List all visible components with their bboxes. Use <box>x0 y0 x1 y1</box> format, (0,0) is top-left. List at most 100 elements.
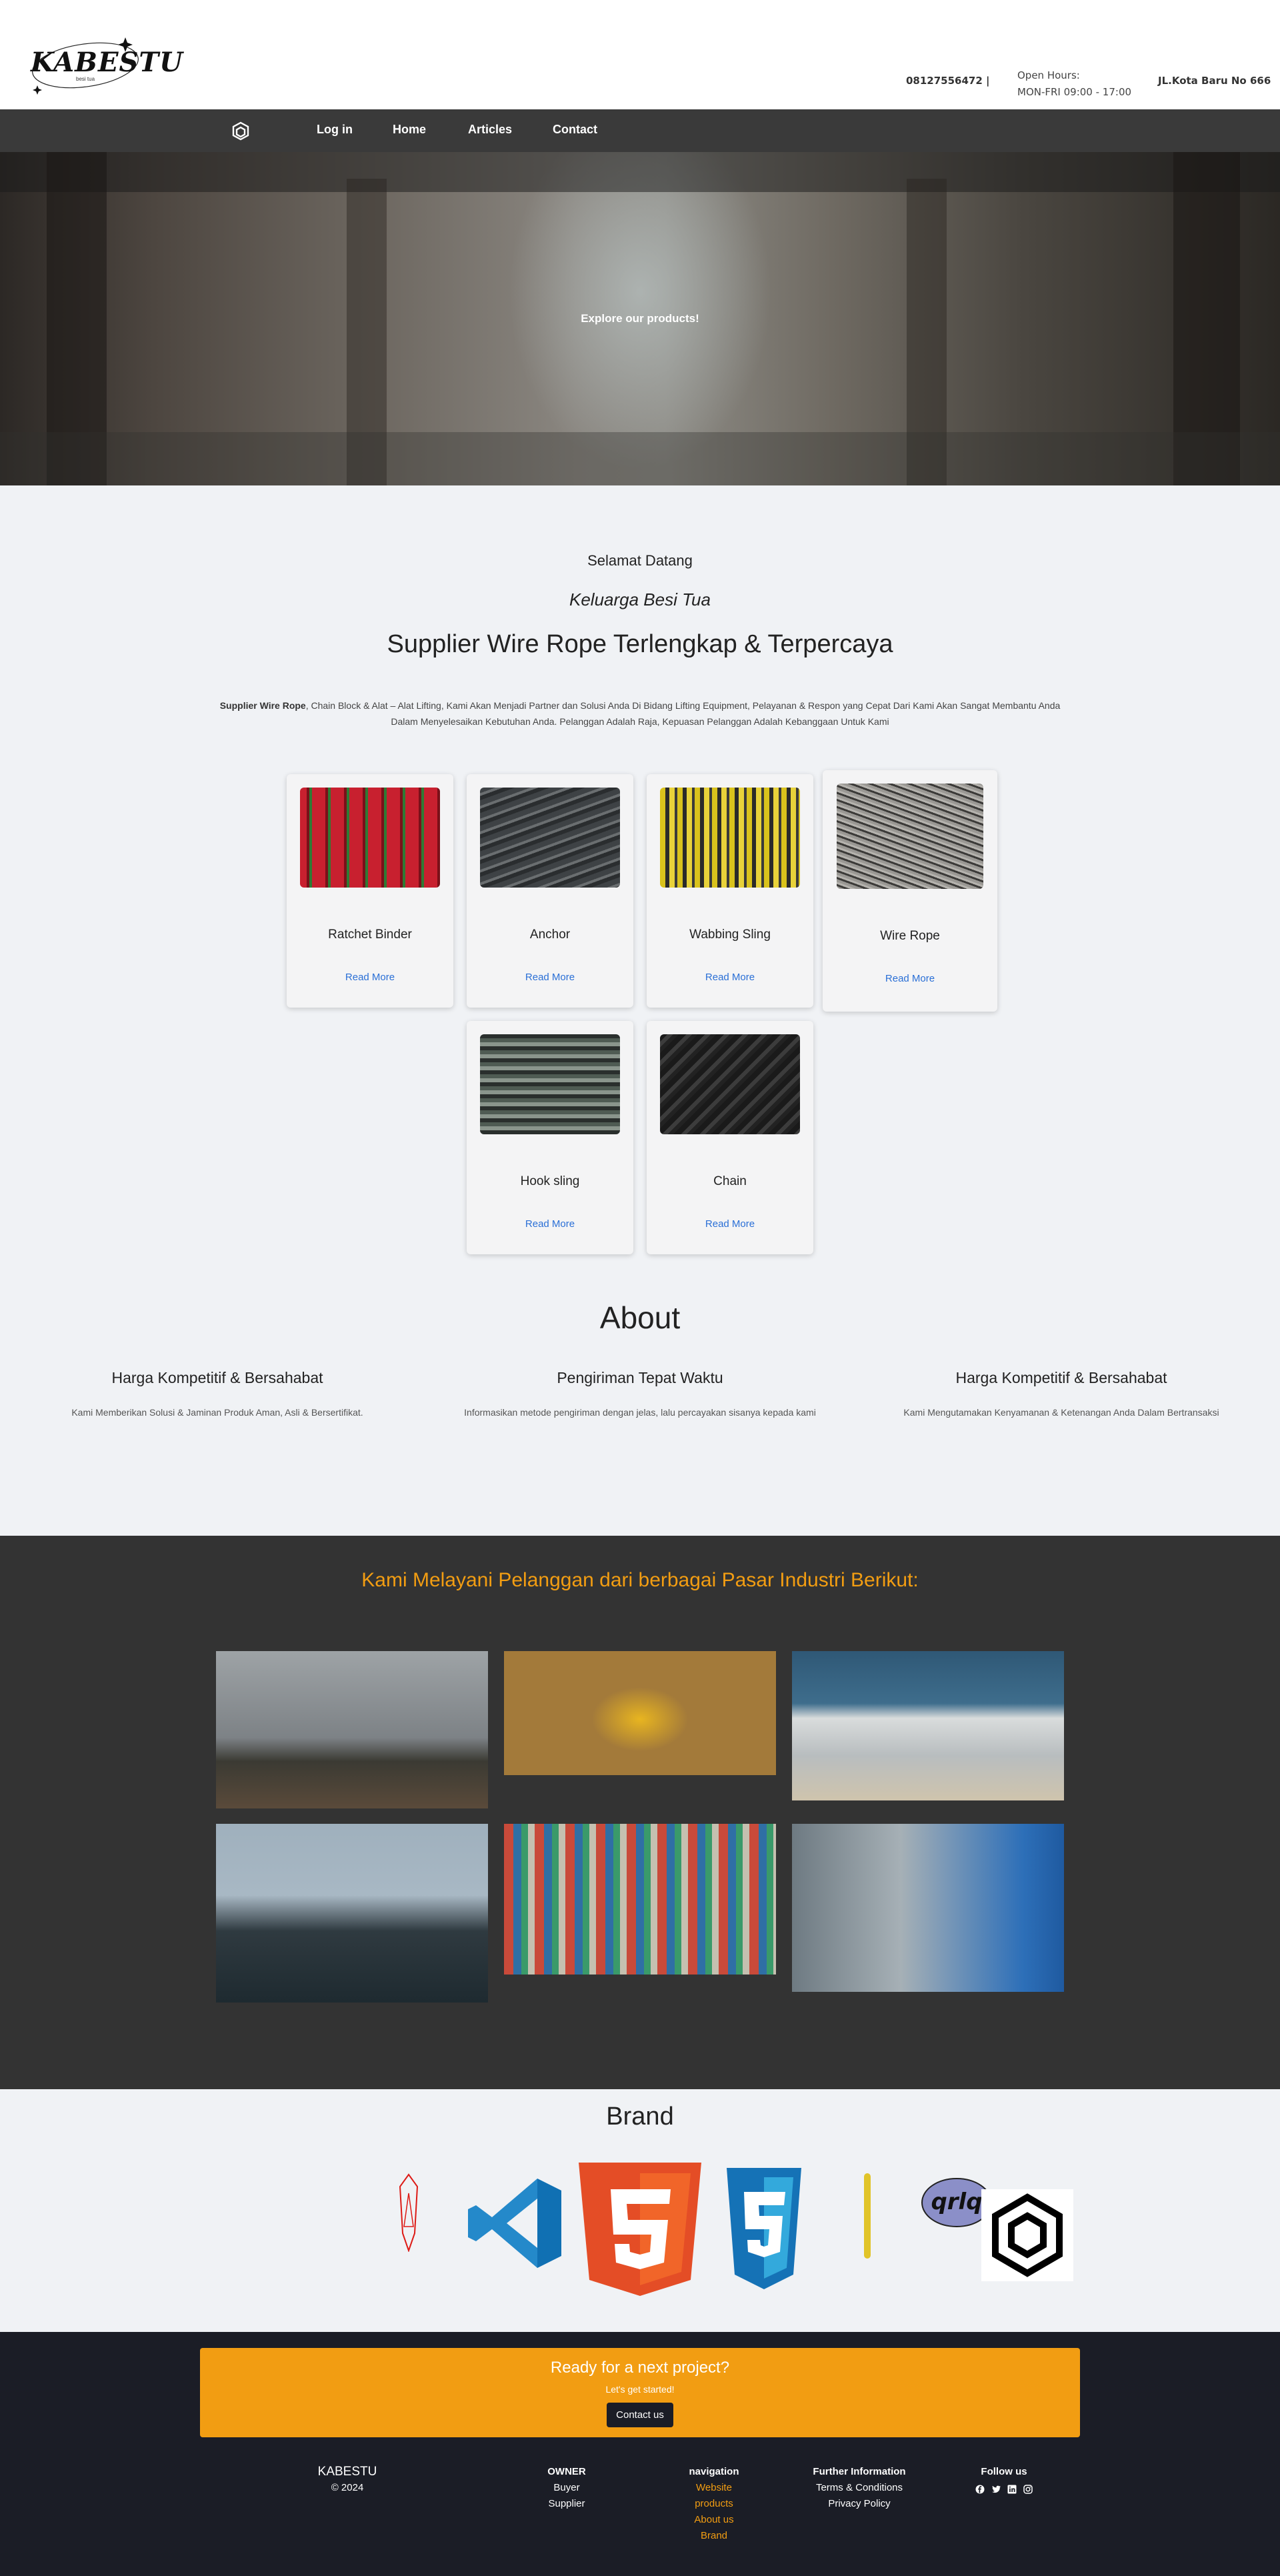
about-column: Harga Kompetitif & Bersahabat Kami Membe… <box>31 1369 404 1418</box>
footer-further-heading: Further Information <box>813 2466 906 2477</box>
footer-owner-heading: OWNER <box>547 2466 586 2477</box>
facebook-icon[interactable] <box>975 2483 985 2494</box>
hero-ceiling <box>0 152 1280 192</box>
product-name: Anchor <box>529 928 571 942</box>
logo-subtext: besi tua <box>76 76 95 82</box>
welcome-headline: Supplier Wire Rope Terlengkap & Terperca… <box>387 630 893 658</box>
read-more-link[interactable]: Read More <box>525 972 575 983</box>
hero-floor <box>0 432 1280 485</box>
phone-number: 08127556472 | <box>906 75 990 87</box>
industry-port-construction-image <box>216 1824 488 2003</box>
product-image <box>837 784 983 889</box>
product-image <box>480 1034 620 1134</box>
product-card: Chain Read More <box>647 1021 813 1254</box>
open-hours-label: Open Hours: <box>1017 69 1080 81</box>
hero-text: Explore our products! <box>581 312 699 325</box>
footer-terms-link[interactable]: Terms & Conditions <box>804 2480 915 2496</box>
top-header: KABESTU besi tua 08127556472 | Open Hour… <box>0 0 1280 109</box>
footer-company: KABESTU © 2024 <box>317 2464 377 2496</box>
footer-nav-heading: navigation <box>689 2466 739 2477</box>
site-logo[interactable]: KABESTU besi tua <box>27 32 183 99</box>
product-image <box>660 1034 800 1134</box>
industry-plant-image <box>792 1651 1064 1800</box>
svg-text:qrlq: qrlq <box>931 2189 982 2215</box>
social-icons <box>964 2480 1044 2496</box>
nav-login[interactable]: Log in <box>317 123 353 137</box>
hero-banner: Explore our products! <box>0 152 1280 485</box>
about-column-text: Kami Memberikan Solusi & Jaminan Produk … <box>71 1407 363 1418</box>
product-card: Anchor Read More <box>467 774 633 1008</box>
read-more-link[interactable]: Read More <box>525 1218 575 1230</box>
product-card: Hook sling Read More <box>467 1021 633 1254</box>
industry-shipping-image <box>504 1824 776 1975</box>
product-card: Ratchet Binder Read More <box>287 774 453 1008</box>
product-image <box>660 788 800 888</box>
cta-subtitle: Let's get started! <box>605 2384 675 2395</box>
industries-section: Kami Melayani Pelanggan dari berbagai Pa… <box>0 1536 1280 2089</box>
cta-title: Ready for a next project? <box>550 2359 730 2377</box>
footer-further-info: Further Information Terms & Conditions P… <box>804 2464 915 2512</box>
product-card: Wabbing Sling Read More <box>647 774 813 1008</box>
footer-copyright: © 2024 <box>331 2482 364 2493</box>
about-column-title: Harga Kompetitif & Bersahabat <box>955 1369 1167 1386</box>
product-image <box>480 788 620 888</box>
about-column-title: Pengiriman Tepat Waktu <box>557 1369 723 1386</box>
footer-follow-heading: Follow us <box>981 2466 1027 2477</box>
footer-link-brand[interactable]: Brand <box>677 2528 751 2544</box>
about-column: Harga Kompetitif & Bersahabat Kami Mengu… <box>875 1369 1248 1418</box>
openai-icon <box>981 2189 1073 2281</box>
read-more-link[interactable]: Read More <box>345 972 395 983</box>
read-more-link[interactable]: Read More <box>885 973 935 984</box>
footer-link-website[interactable]: Website <box>677 2480 751 2496</box>
html5-icon <box>573 2163 707 2296</box>
nav-articles[interactable]: Articles <box>468 123 512 137</box>
product-name: Wire Rope <box>880 929 940 943</box>
read-more-link[interactable]: Read More <box>705 1218 755 1230</box>
nav-home[interactable]: Home <box>393 123 426 137</box>
product-name: Chain <box>713 1174 747 1188</box>
welcome-section: Selamat Datang Keluarga Besi Tua Supplie… <box>0 485 1280 730</box>
product-name: Wabbing Sling <box>689 928 771 942</box>
industry-refinery-image <box>216 1651 488 1808</box>
product-name: Ratchet Binder <box>328 928 412 942</box>
vscode-icon <box>465 2173 565 2273</box>
footer-navigation: navigation Website products About us Bra… <box>677 2464 751 2544</box>
footer-owner: OWNER Buyer Supplier <box>540 2464 593 2512</box>
about-column: Pengiriman Tepat Waktu Informasikan meto… <box>453 1369 827 1418</box>
desc-bold: Supplier Wire Rope <box>219 700 306 711</box>
footer-company-name: KABESTU <box>317 2465 377 2479</box>
welcome-family: Keluarga Besi Tua <box>569 589 711 609</box>
footer-link-about[interactable]: About us <box>677 2512 751 2528</box>
welcome-greeting: Selamat Datang <box>587 552 693 569</box>
linkedin-icon[interactable] <box>1007 2483 1017 2494</box>
footer-link-products[interactable]: products <box>677 2496 751 2512</box>
instagram-icon[interactable] <box>1023 2483 1033 2494</box>
twitter-icon[interactable] <box>991 2483 1001 2493</box>
main-navbar: Log in Home Articles Contact <box>0 109 1280 152</box>
footer: Ready for a next project? Let's get star… <box>0 2332 1280 2576</box>
product-name: Hook sling <box>520 1174 580 1188</box>
contact-us-button[interactable]: Contact us <box>607 2403 673 2427</box>
css3-icon <box>724 2168 804 2291</box>
open-hours: Open Hours: MON-FRI 09:00 - 17:00 <box>1017 67 1131 101</box>
yellow-brand-icon <box>864 2173 871 2259</box>
brand-title: Brand <box>606 2103 674 2131</box>
about-column-text: Informasikan metode pengiriman dengan je… <box>464 1407 816 1418</box>
read-more-link[interactable]: Read More <box>705 972 755 983</box>
about-title: About <box>599 1300 681 1335</box>
footer-follow: Follow us <box>964 2464 1044 2496</box>
openai-logo-icon[interactable] <box>229 120 252 143</box>
logo-text: KABESTU <box>31 47 184 78</box>
product-card: Wire Rope Read More <box>823 770 997 1012</box>
desc-text: , Chain Block & Alat – Alat Lifting, Kam… <box>305 700 1061 727</box>
product-image <box>300 788 440 888</box>
about-columns: Harga Kompetitif & Bersahabat Kami Membe… <box>0 1336 1280 1536</box>
about-section: About Harga Kompetitif & Bersahabat Kami… <box>0 1300 1280 1536</box>
industry-mining-image <box>504 1651 776 1775</box>
industries-title: Kami Melayani Pelanggan dari berbagai Pa… <box>361 1569 919 1591</box>
about-column-text: Kami Mengutamakan Kenyamanan & Ketenanga… <box>903 1407 1219 1418</box>
nav-contact[interactable]: Contact <box>553 123 597 137</box>
footer-privacy-link[interactable]: Privacy Policy <box>804 2496 915 2512</box>
welcome-description: Supplier Wire Rope, Chain Block & Alat –… <box>217 698 1063 730</box>
angular-icon <box>399 2173 419 2253</box>
